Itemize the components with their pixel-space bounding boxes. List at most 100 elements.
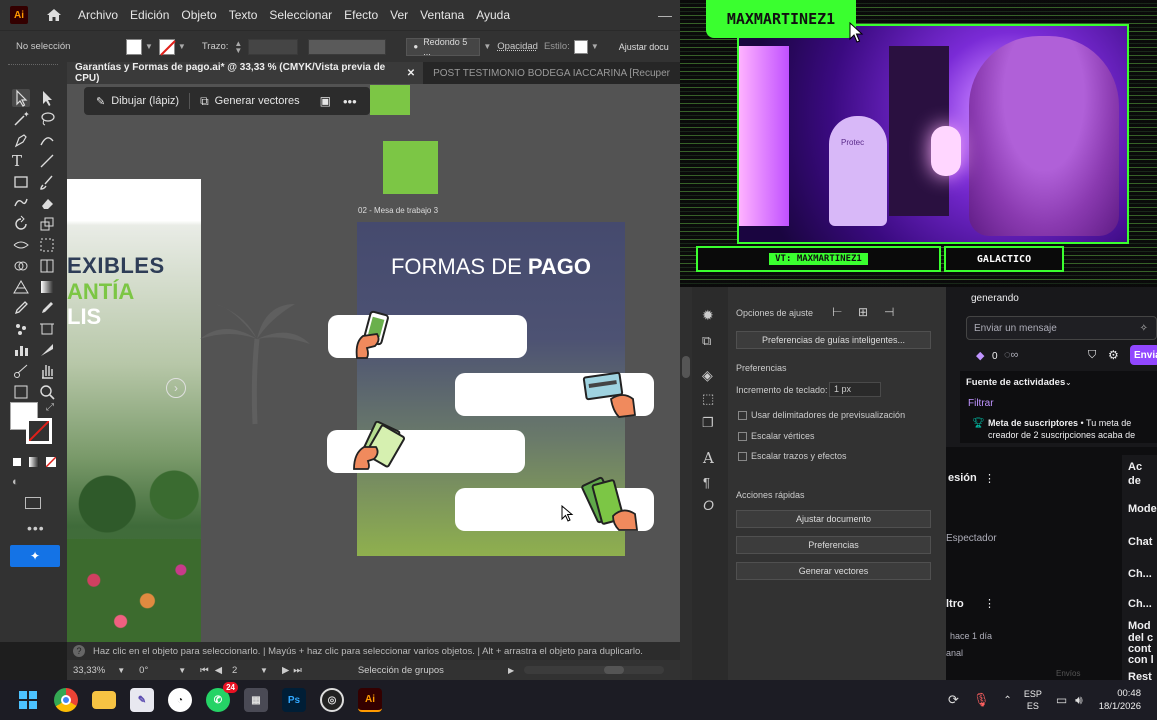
menu-ver[interactable]: Ver: [390, 8, 408, 22]
gradient-mode-icon[interactable]: [29, 457, 39, 467]
panel-grip-icon[interactable]: [8, 64, 58, 67]
chevron-down-icon[interactable]: ▼: [145, 42, 153, 51]
pen-tool-icon[interactable]: [12, 131, 30, 149]
menu-efecto[interactable]: Efecto: [344, 8, 378, 22]
chevron-down-icon[interactable]: ▼: [117, 666, 125, 675]
smart-guides-preferences-button[interactable]: Preferencias de guías inteligentes...: [736, 331, 931, 349]
graph-tool-icon[interactable]: [12, 341, 30, 359]
chevron-down-icon[interactable]: ▼: [178, 666, 186, 675]
chat-input[interactable]: Enviar un mensaje ✧: [966, 316, 1157, 340]
screen-mode-icon[interactable]: [25, 497, 41, 509]
scale-tool-icon[interactable]: [38, 215, 56, 233]
generate-vectors-panel-button[interactable]: Generar vectores: [736, 562, 931, 580]
stroke-weight-select[interactable]: [248, 38, 299, 55]
generate-vectors-button[interactable]: Generar vectores: [215, 95, 300, 107]
windows-start-icon[interactable]: [16, 688, 40, 712]
microphone-icon[interactable]: 🎙︎: [973, 692, 990, 708]
menu-archivo[interactable]: Archivo: [78, 8, 118, 22]
direct-selection-tool-icon[interactable]: [38, 89, 56, 107]
image-options-icon[interactable]: ▣: [320, 94, 331, 108]
clock-app-icon[interactable]: ◔: [168, 688, 192, 712]
carousel-next-icon[interactable]: ›: [166, 378, 186, 398]
curvature-tool-icon[interactable]: [38, 131, 56, 149]
stroke-swatch[interactable]: [158, 38, 176, 56]
calculator-icon[interactable]: ▦: [244, 688, 268, 712]
gear-icon[interactable]: ⚙: [1108, 348, 1119, 362]
last-artboard-icon[interactable]: ⏭: [293, 665, 302, 676]
style-swatch[interactable]: [573, 39, 588, 54]
chevron-down-icon[interactable]: ⌄: [1065, 378, 1072, 387]
draw-pencil-button[interactable]: Dibujar (lápiz): [111, 95, 179, 107]
checkbox-box[interactable]: [738, 431, 747, 441]
menu-ventana[interactable]: Ventana: [420, 8, 464, 22]
slice-tool-icon[interactable]: [38, 341, 56, 359]
character-panel-icon[interactable]: A: [703, 449, 714, 467]
menu-ayuda[interactable]: Ayuda: [476, 8, 510, 22]
adjust-document-button[interactable]: Ajustar docu: [612, 37, 675, 56]
magic-wand-tool-icon[interactable]: ✦: [12, 110, 30, 128]
illustrator-taskbar-icon[interactable]: Ai: [358, 688, 382, 712]
shield-icon[interactable]: ⛉: [1088, 349, 1096, 362]
scale-strokes-checkbox[interactable]: Escalar trazos y efectos: [738, 451, 847, 461]
more-options-icon[interactable]: ⋮: [984, 597, 995, 610]
activity-filter-link[interactable]: Filtrar: [968, 398, 994, 409]
free-transform-tool-icon[interactable]: [38, 236, 56, 254]
context-color-chip[interactable]: [370, 85, 410, 115]
snap-grid-icon[interactable]: ⊞: [858, 305, 868, 319]
artboard-number[interactable]: 2: [232, 665, 260, 676]
shaper-tool-icon[interactable]: [12, 194, 30, 212]
tab-post-testimonio[interactable]: POST TESTIMONIO BODEGA IACCARINA [Recupe…: [423, 68, 680, 79]
prev-artboard-icon[interactable]: ◀: [215, 665, 222, 676]
sync-icon[interactable]: ⟳: [948, 692, 959, 708]
opentype-panel-icon[interactable]: O: [703, 497, 714, 513]
checkbox-box[interactable]: [738, 410, 747, 420]
paintbrush-tool-icon[interactable]: [38, 173, 56, 191]
emote-icon[interactable]: ✧: [1140, 323, 1148, 334]
language-indicator[interactable]: ESP ES: [1024, 688, 1042, 712]
blend-tool-icon[interactable]: [38, 299, 56, 317]
stroke-color-box[interactable]: [26, 418, 52, 444]
hype-icon[interactable]: ◌∞: [1004, 349, 1018, 361]
qa-label-5[interactable]: Ch...: [1128, 598, 1152, 610]
whatsapp-icon[interactable]: ✆ 24: [206, 682, 238, 712]
scrollbar-thumb[interactable]: [604, 666, 625, 674]
eraser-tool-icon[interactable]: [38, 194, 56, 212]
file-explorer-icon[interactable]: [92, 691, 116, 709]
perspective-grid-tool-icon[interactable]: [12, 278, 30, 296]
activity-feed-title[interactable]: Fuente de actividades: [966, 377, 1065, 388]
zoom-tool-icon[interactable]: [38, 383, 56, 401]
brush-select[interactable]: ● Redondo 5 ...: [406, 37, 481, 57]
layers-panel-icon[interactable]: ◈: [702, 367, 713, 384]
fit-document-button[interactable]: Ajustar documento: [736, 510, 931, 528]
opacity-label[interactable]: Opacidad: [497, 41, 538, 52]
chat-send-button[interactable]: Envia: [1130, 345, 1157, 365]
preferences-button[interactable]: Preferencias: [736, 536, 931, 554]
volume-icon[interactable]: 🔊︎: [1075, 693, 1083, 708]
qa-label-3[interactable]: Chat: [1128, 536, 1152, 548]
chevron-up-icon[interactable]: ⌃: [1003, 695, 1011, 706]
qa-label-4[interactable]: Ch...: [1128, 568, 1152, 580]
menu-objeto[interactable]: Objeto: [181, 8, 216, 22]
network-icon[interactable]: ▭: [1056, 693, 1067, 707]
width-tool-icon[interactable]: [12, 236, 30, 254]
green-square-shape[interactable]: [383, 141, 438, 194]
more-options-icon[interactable]: •••: [343, 94, 357, 109]
color-mode-icon[interactable]: [12, 457, 22, 467]
home-icon[interactable]: [46, 8, 62, 22]
hand-tool-icon[interactable]: [38, 362, 56, 380]
variable-width-select[interactable]: [308, 38, 387, 55]
symbol-sprayer-tool-icon[interactable]: [12, 320, 30, 338]
artboards-panel-icon[interactable]: ⬚: [702, 391, 714, 407]
lasso-tool-icon[interactable]: [38, 110, 56, 128]
preview-bounds-checkbox[interactable]: Usar delimitadores de previsualización: [738, 410, 905, 420]
qa-label-6[interactable]: Mod: [1128, 620, 1151, 632]
type-tool-icon[interactable]: T: [12, 152, 30, 170]
minimize-icon[interactable]: —: [658, 7, 672, 23]
generative-tool-button[interactable]: ✦: [10, 545, 60, 567]
channel-points-icon[interactable]: ◆: [976, 349, 984, 362]
draw-mode-icon[interactable]: ◐: [12, 476, 19, 488]
chevron-down-icon[interactable]: ▼: [483, 42, 491, 51]
snap-pixel-icon[interactable]: ⊣: [884, 305, 894, 319]
gradient-tool-icon[interactable]: [38, 278, 56, 296]
artboard-tool-icon[interactable]: [38, 320, 56, 338]
